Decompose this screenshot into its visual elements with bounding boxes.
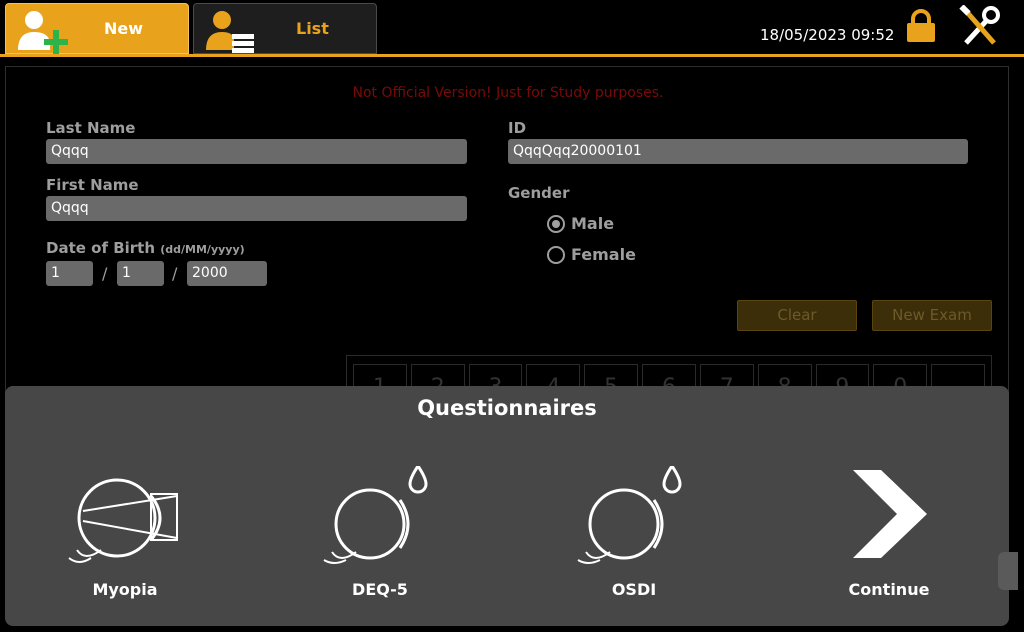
- clear-button[interactable]: Clear: [737, 300, 857, 331]
- dob-format-hint: (dd/MM/yyyy): [160, 243, 245, 256]
- questionnaires-title: Questionnaires: [417, 396, 597, 420]
- patient-form-panel: Not Official Version! Just for Study pur…: [5, 66, 1009, 404]
- myopia-label: Myopia: [92, 580, 158, 599]
- dob-label-text: Date of Birth: [46, 239, 156, 257]
- osdi-label: OSDI: [611, 580, 657, 599]
- dry-eye-icon: [323, 466, 428, 564]
- dob-month-input[interactable]: 1: [117, 261, 164, 286]
- gender-male-radio[interactable]: Male: [547, 214, 614, 233]
- last-name-label: Last Name: [46, 119, 136, 137]
- add-user-icon: [18, 11, 68, 54]
- dob-separator: /: [172, 264, 178, 283]
- dob-label: Date of Birth (dd/MM/yyyy): [46, 239, 245, 257]
- continue-button[interactable]: Continue: [799, 466, 979, 606]
- continue-label: Continue: [848, 580, 930, 599]
- tab-new-label: New: [104, 19, 144, 38]
- questionnaires-panel: Questionnaires Myopia DEQ-5 OSDI Continu…: [5, 386, 1009, 626]
- osdi-questionnaire-button[interactable]: OSDI: [544, 466, 724, 606]
- dob-day-input[interactable]: 1: [46, 261, 93, 286]
- gender-female-label: Female: [571, 245, 636, 264]
- tools-icon[interactable]: [958, 5, 1002, 49]
- last-name-input[interactable]: Qqqq: [46, 139, 467, 164]
- id-input[interactable]: QqqQqq20000101: [508, 139, 968, 164]
- deq5-questionnaire-button[interactable]: DEQ-5: [290, 466, 470, 606]
- id-label: ID: [508, 119, 527, 137]
- dob-separator: /: [102, 264, 108, 283]
- tab-list-label: List: [296, 19, 329, 38]
- radio-unselected-icon: [547, 245, 565, 264]
- lock-icon[interactable]: [904, 8, 938, 44]
- first-name-label: First Name: [46, 176, 139, 194]
- gender-male-label: Male: [571, 214, 615, 233]
- gender-female-radio[interactable]: Female: [547, 245, 636, 264]
- side-panel-handle[interactable]: [998, 552, 1018, 590]
- first-name-input[interactable]: Qqqq: [46, 196, 467, 221]
- user-list-icon: [206, 11, 254, 53]
- tab-new[interactable]: New: [5, 3, 189, 54]
- datetime: 18/05/2023 09:52: [760, 26, 895, 44]
- dob-year-input[interactable]: 2000: [187, 261, 267, 286]
- new-exam-button[interactable]: New Exam: [872, 300, 992, 331]
- deq5-label: DEQ-5: [352, 580, 408, 599]
- chevron-right-icon: [853, 470, 927, 558]
- warning-text: Not Official Version! Just for Study pur…: [352, 85, 664, 101]
- tab-list[interactable]: List: [193, 3, 377, 54]
- radio-selected-icon: [547, 214, 565, 233]
- dry-eye-icon: [577, 466, 682, 564]
- gender-label: Gender: [508, 184, 570, 202]
- myopia-eye-icon: [68, 478, 178, 563]
- header-divider: [0, 54, 1024, 57]
- myopia-questionnaire-button[interactable]: Myopia: [35, 466, 215, 606]
